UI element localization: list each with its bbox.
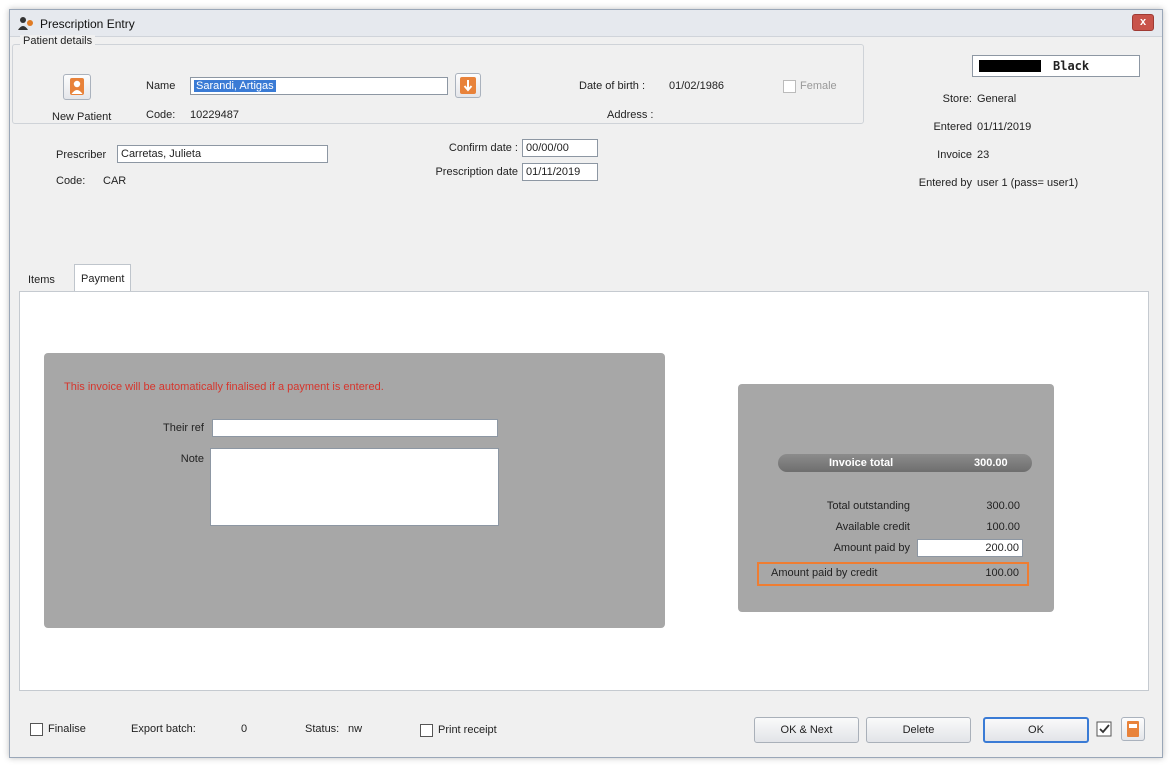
prescriber-code-value: CAR <box>103 175 127 187</box>
name-label: Name <box>146 80 176 92</box>
confirm-date-field[interactable]: 00/00/00 <box>522 139 598 157</box>
payment-panel: This invoice will be automatically final… <box>19 291 1149 691</box>
window-title: Prescription Entry <box>40 17 135 31</box>
prescriber-code-label: Code: <box>56 175 86 187</box>
tab-payment[interactable]: Payment <box>74 264 132 292</box>
amount-paid-by-field[interactable]: 200.00 <box>917 539 1023 557</box>
close-button[interactable]: x <box>1132 14 1154 31</box>
person-icon <box>70 78 84 95</box>
note-field[interactable] <box>210 448 499 526</box>
finalise-label: Finalise <box>48 723 86 735</box>
print-receipt-label: Print receipt <box>438 724 497 736</box>
address-label: Address : <box>607 109 654 121</box>
color-name: Black <box>1053 59 1090 73</box>
delete-button[interactable]: Delete <box>866 717 971 743</box>
available-credit-value: 100.00 <box>986 521 1020 533</box>
total-outstanding-value: 300.00 <box>986 500 1020 512</box>
female-checkbox[interactable] <box>783 80 796 93</box>
their-ref-label: Their ref <box>163 422 204 434</box>
prescription-date-label: Prescription date <box>435 166 518 178</box>
export-batch-value: 0 <box>241 723 248 735</box>
invoice-total-bar: Invoice total 300.00 <box>778 454 1032 472</box>
paid-by-credit-highlight: Amount paid by credit 100.00 <box>757 562 1029 586</box>
available-credit-label: Available credit <box>835 521 910 533</box>
amount-paid-by-label: Amount paid by <box>833 542 910 554</box>
female-label: Female <box>800 80 837 92</box>
entered-by-value: user 1 (pass= user1) <box>977 177 1079 189</box>
patient-code-value: 10229487 <box>190 109 239 121</box>
invoice-value: 23 <box>977 149 990 161</box>
amount-paid-credit-label: Amount paid by credit <box>771 567 878 579</box>
note-label: Note <box>180 453 204 465</box>
title-bar: Prescription Entry x <box>10 10 1162 37</box>
prescriber-label: Prescriber <box>56 149 107 161</box>
confirm-check-icon[interactable] <box>1096 721 1113 738</box>
new-patient-label: New Patient <box>52 111 112 123</box>
invoice-total-value: 300.00 <box>974 457 1008 469</box>
payment-entry-box: This invoice will be automatically final… <box>44 353 665 628</box>
print-receipt-checkbox[interactable] <box>420 724 433 737</box>
export-batch-label: Export batch: <box>131 723 196 735</box>
color-swatch <box>979 60 1041 72</box>
invoice-label: Invoice <box>937 149 972 161</box>
store-label: Store: <box>942 93 972 105</box>
invoice-total-label: Invoice total <box>829 457 894 469</box>
status-label: Status: <box>305 723 340 735</box>
prescriber-field[interactable]: Carretas, Julieta <box>117 145 328 163</box>
entered-by-label: Entered by <box>918 177 972 189</box>
finalise-checkbox[interactable] <box>30 723 43 736</box>
patient-name-value: Sarandi, Artigas <box>194 80 276 92</box>
confirm-date-label: Confirm date : <box>448 142 518 154</box>
auto-finalise-message: This invoice will be automatically final… <box>64 381 384 393</box>
arrow-down-icon <box>460 77 476 94</box>
tab-items[interactable]: Items <box>22 268 61 292</box>
entered-label: Entered <box>933 121 972 133</box>
status-value: nw <box>348 723 363 735</box>
new-patient-button[interactable] <box>63 74 91 100</box>
prescription-date-field[interactable]: 01/11/2019 <box>522 163 598 181</box>
their-ref-field[interactable] <box>212 419 498 437</box>
entered-value: 01/11/2019 <box>977 121 1032 133</box>
store-value: General <box>977 93 1017 105</box>
patient-details-label: Patient details <box>20 35 96 47</box>
patient-lookup-button[interactable] <box>455 73 481 98</box>
printer-icon[interactable] <box>1121 717 1145 741</box>
color-field[interactable]: Black <box>972 55 1140 77</box>
ok-next-button[interactable]: OK & Next <box>754 717 859 743</box>
ok-button[interactable]: OK <box>983 717 1089 743</box>
dob-label: Date of birth : <box>579 80 646 92</box>
patient-name-field[interactable]: Sarandi, Artigas <box>190 77 448 95</box>
amount-paid-credit-value: 100.00 <box>985 567 1019 579</box>
app-icon <box>18 17 33 30</box>
patient-code-label: Code: <box>146 109 176 121</box>
totals-box: Invoice total 300.00 Total outstanding 3… <box>738 384 1054 612</box>
dob-value: 01/02/1986 <box>669 80 725 92</box>
total-outstanding-label: Total outstanding <box>826 500 910 512</box>
